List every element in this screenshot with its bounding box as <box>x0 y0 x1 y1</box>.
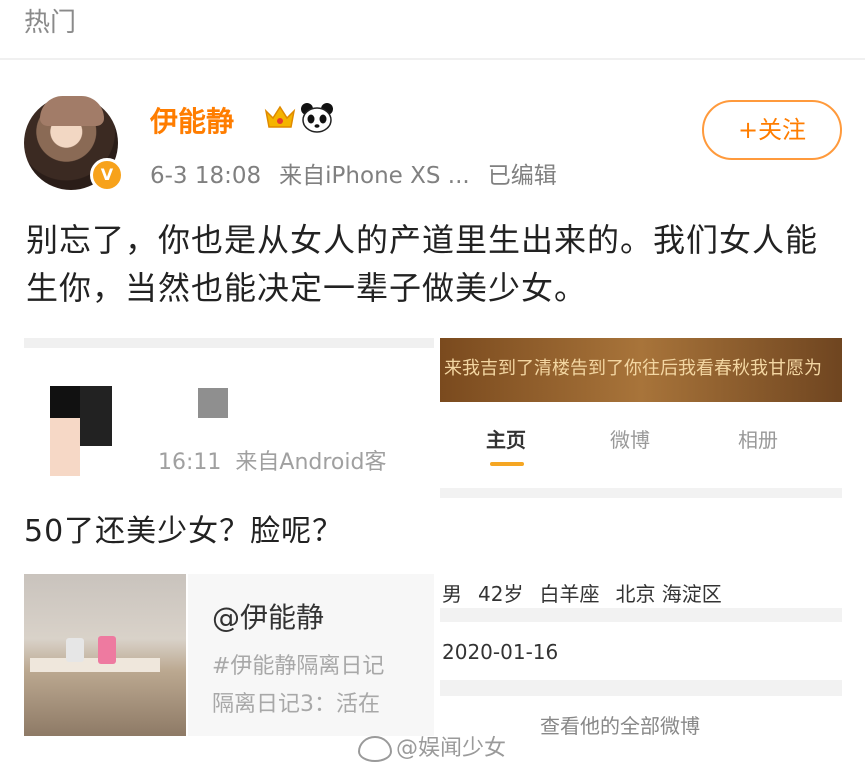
profile-tab-home: 主页 <box>486 428 526 452</box>
view-all-posts-link: 查看他的全部微博 <box>540 714 700 738</box>
pixelated-avatar <box>80 386 112 446</box>
divider <box>0 58 865 60</box>
watermark-text: @娱闻少女 <box>396 736 507 761</box>
thumbnail-cup <box>66 638 84 662</box>
profile-date: 2020-01-16 <box>442 640 559 664</box>
profile-banner-text: 来我吉到了清楼告到了你往后我看春秋我甘愿为 <box>444 358 822 379</box>
crown-icon <box>264 105 296 128</box>
quoted-top-divider <box>24 338 434 348</box>
profile-location: 北京 海淀区 <box>615 582 722 606</box>
quoted-text: 50了还美少女？脸呢？ <box>24 514 344 549</box>
post-source[interactable]: 来自iPhone XS ... <box>279 163 470 189</box>
pixelated-avatar <box>50 386 80 418</box>
thumbnail-table <box>30 658 160 672</box>
quoted-meta: 16:11 来自Android客 <box>158 444 386 476</box>
profile-tab-weibo: 微博 <box>610 428 650 452</box>
avatar-hat-detail <box>40 96 104 126</box>
profile-age: 42岁 <box>478 582 524 606</box>
link-card-line: #伊能静隔离日记 <box>212 654 385 679</box>
link-card-line: 隔离日记3：活在 <box>212 692 380 717</box>
edited-label[interactable]: 已编辑 <box>488 163 557 189</box>
post-text: 别忘了，你也是从女人的产道里生出来的。我们女人能生你，当然也能决定一辈子做美少女… <box>26 221 819 307</box>
quoted-source: 来自Android客 <box>235 450 387 475</box>
profile-tab-album: 相册 <box>738 428 778 452</box>
active-tab-indicator <box>490 462 524 466</box>
author-name[interactable]: 伊能静 <box>150 100 234 140</box>
section-title-hot[interactable]: 热门 <box>24 2 76 39</box>
follow-button[interactable]: +关注 <box>702 100 842 160</box>
profile-gender: 男 <box>442 582 462 606</box>
quoted-time: 16:11 <box>158 450 222 475</box>
pixelated-avatar <box>50 418 80 476</box>
weibo-logo-icon <box>358 736 392 762</box>
watermark: @娱闻少女 <box>358 730 506 762</box>
post-time: 6-3 18:08 <box>150 163 262 189</box>
panda-icon <box>301 103 333 133</box>
link-card-title: @伊能静 <box>212 601 325 634</box>
verified-badge: V <box>90 158 124 192</box>
profile-info: 男 42岁 白羊座 北京 海淀区 <box>442 578 722 607</box>
pixelated-name <box>198 388 228 418</box>
profile-zodiac: 白羊座 <box>539 582 600 606</box>
thumbnail-cup <box>98 636 116 664</box>
post-meta: 6-3 18:08 来自iPhone XS ... 已编辑 <box>150 156 557 190</box>
